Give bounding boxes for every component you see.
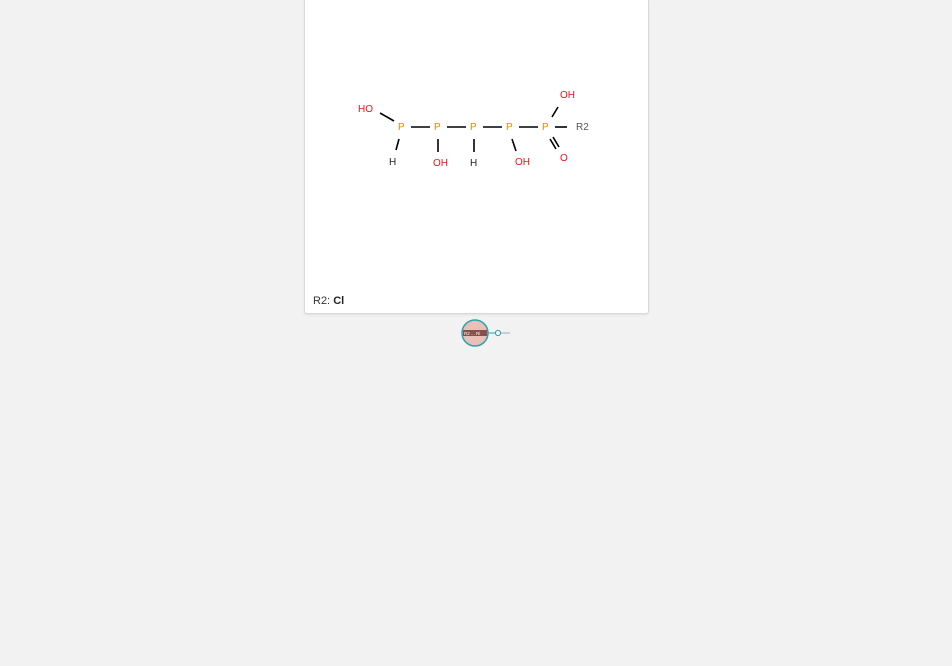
atom-o-p5: O (560, 153, 568, 164)
atom-h-p1: H (389, 157, 396, 168)
bond-p4-oh (511, 138, 517, 152)
rgroup-definition: R2: Cl (313, 295, 344, 307)
atom-p1: P (398, 122, 405, 133)
atom-oh-p2: OH (433, 158, 448, 169)
page: HO P P P P P H OH H OH OH O R2 R2: Cl R2… (0, 0, 952, 666)
atom-oh-p4: OH (515, 157, 530, 168)
rgroup-value: Cl (333, 295, 345, 307)
rgroup-name: R2: (313, 295, 331, 307)
thumbnail-node-icon (494, 329, 502, 337)
structure-thumbnail[interactable]: R2 ... Ri (460, 318, 516, 348)
atom-p3: P (470, 122, 477, 133)
molecule-drawing: HO P P P P P H OH H OH OH O R2 (358, 90, 589, 169)
structure-card[interactable]: HO P P P P P H OH H OH OH O R2 R2: Cl (304, 0, 649, 314)
bond-p5-oh (551, 106, 559, 118)
atom-ho-left: HO (358, 104, 373, 115)
atom-p4: P (506, 122, 513, 133)
thumbnail-label: R2 ... Ri (464, 331, 480, 336)
bond-ho-p1 (379, 112, 395, 122)
atom-p5: P (542, 122, 549, 133)
atom-oh-p5: OH (560, 90, 575, 101)
atom-r2: R2 (576, 122, 589, 133)
bond-p1-h (395, 138, 400, 151)
atom-p2: P (434, 122, 441, 133)
atom-h-p3: H (470, 158, 477, 169)
